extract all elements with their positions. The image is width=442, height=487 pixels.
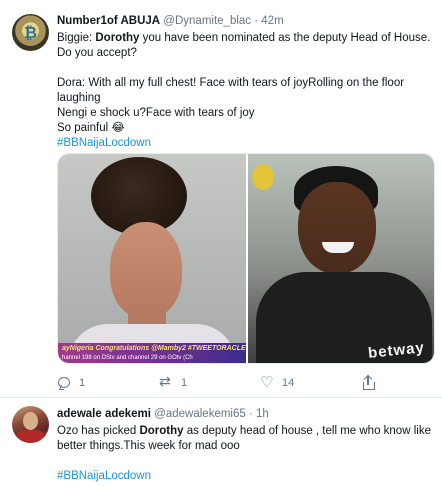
text-line: Dora: With all my full chest! Face with …: [57, 77, 405, 104]
hashtag-link[interactable]: #BBNaijaLocdown: [57, 469, 435, 484]
photo-left[interactable]: ayNigeria Congratulations @Mamby2 #TWEET…: [58, 154, 260, 363]
tweet-header: adewale adekemi @adewalekemi65 · 1h: [57, 408, 269, 420]
like-icon: [260, 373, 274, 391]
photo-subject-face: [298, 182, 376, 274]
tweet-header: Number1of ABUJA @Dynamite_blac · 42m: [57, 15, 284, 27]
text-line: Nengi e shock u?Face with tears of joy: [57, 107, 255, 119]
like-count: 14: [282, 377, 295, 389]
timestamp[interactable]: 42m: [261, 15, 283, 27]
user-handle[interactable]: @Dynamite_blac: [163, 15, 251, 27]
avatar-face: [23, 412, 38, 430]
tv-ticker: ayNigeria Congratulations @Mamby2 #TWEET…: [58, 343, 260, 363]
tweet[interactable]: ₿ Number1of ABUJA @Dynamite_blac · 42m B…: [0, 0, 442, 398]
separator: ·: [254, 15, 259, 27]
display-name[interactable]: Number1of ABUJA: [57, 15, 160, 27]
reply-count: 1: [79, 377, 86, 389]
display-name[interactable]: adewale adekemi: [57, 408, 151, 420]
like-button[interactable]: 14: [260, 373, 295, 391]
tweet-actions: 1 1 14: [57, 373, 437, 392]
hashtag-link[interactable]: #BBNaijaLocdown: [57, 136, 435, 151]
text-line: So painful 😂: [57, 122, 125, 134]
tweet-text: Biggie: Dorothy you have been nominated …: [57, 31, 435, 151]
retweet-icon: [159, 374, 173, 390]
text-segment: Ozo has picked: [57, 425, 140, 437]
avatar[interactable]: ₿: [12, 14, 49, 51]
share-button[interactable]: [361, 374, 375, 390]
separator: ·: [248, 408, 253, 420]
avatar-shirt: [16, 430, 45, 443]
ticker-text: ayNigeria Congratulations @Mamby2 #TWEET…: [62, 345, 261, 352]
highlighted-term: Dorothy: [95, 32, 140, 44]
timestamp[interactable]: 1h: [256, 408, 269, 420]
ticker-text: hannel 198 on DStv and channel 29 on GOt…: [62, 355, 193, 361]
text-segment: Biggie:: [57, 32, 96, 44]
tweet-text: Ozo has picked Dorothy as deputy head of…: [57, 424, 435, 484]
photo-right[interactable]: betway: [248, 154, 434, 363]
highlighted-term: Dorothy: [139, 425, 184, 437]
photo-badge: [252, 164, 274, 190]
reply-icon: [57, 376, 71, 390]
reply-button[interactable]: 1: [57, 376, 85, 390]
share-icon: [361, 374, 375, 390]
retweet-count: 1: [181, 377, 188, 389]
user-handle[interactable]: @adewalekemi65: [154, 408, 246, 420]
retweet-button[interactable]: 1: [159, 374, 188, 390]
avatar[interactable]: [12, 406, 49, 443]
media-grid[interactable]: ayNigeria Congratulations @Mamby2 #TWEET…: [57, 153, 435, 364]
